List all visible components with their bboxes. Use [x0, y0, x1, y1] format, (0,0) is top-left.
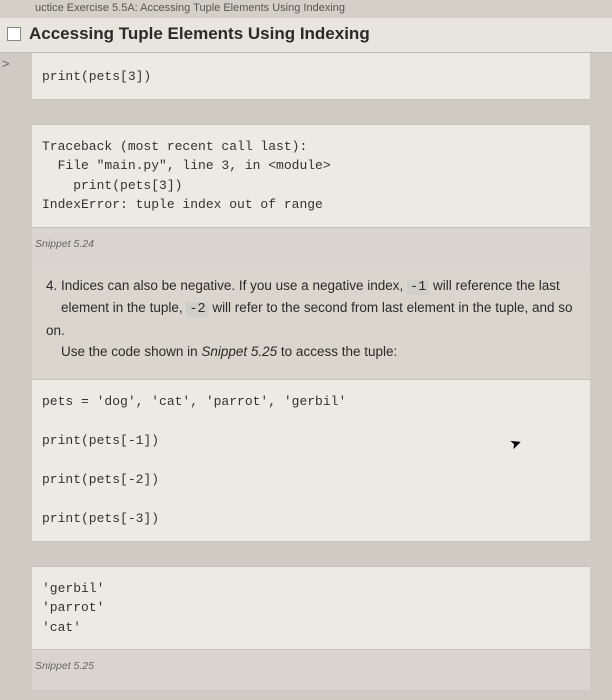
- snippet-reference: Snippet 5.25: [201, 344, 277, 359]
- snippet-label-2: Snippet 5.25: [32, 650, 590, 690]
- content-area: print(pets[3]) Traceback (most recent ca…: [0, 53, 612, 690]
- prose-text: Use the code shown in: [61, 344, 201, 359]
- instruction-paragraph: 4. Indices can also be negative. If you …: [32, 268, 590, 380]
- page-header: Accessing Tuple Elements Using Indexing: [0, 18, 612, 53]
- step-number: 4.: [46, 278, 57, 293]
- prose-text: will reference the last: [429, 278, 560, 293]
- code-input-block-2: pets = 'dog', 'cat', 'parrot', 'gerbil' …: [32, 379, 590, 542]
- prose-text: element in the tuple,: [61, 300, 186, 315]
- snippet-label-1: Snippet 5.24: [32, 228, 590, 268]
- code-inline-neg1: -1: [407, 280, 429, 295]
- code-output-traceback: Traceback (most recent call last): File …: [32, 124, 590, 228]
- breadcrumb: uctice Exercise 5.5A: Accessing Tuple El…: [0, 0, 612, 18]
- header-checkbox-icon: [7, 27, 21, 41]
- page-title: Accessing Tuple Elements Using Indexing: [29, 24, 370, 44]
- code-output-block-2: 'gerbil' 'parrot' 'cat': [32, 566, 590, 651]
- collapse-caret-icon[interactable]: >: [2, 56, 10, 71]
- prose-text: to access the tuple:: [277, 344, 397, 359]
- code-input-block: print(pets[3]): [32, 53, 590, 100]
- prose-text: Indices can also be negative. If you use…: [61, 278, 407, 293]
- code-inline-neg2: -2: [186, 302, 208, 317]
